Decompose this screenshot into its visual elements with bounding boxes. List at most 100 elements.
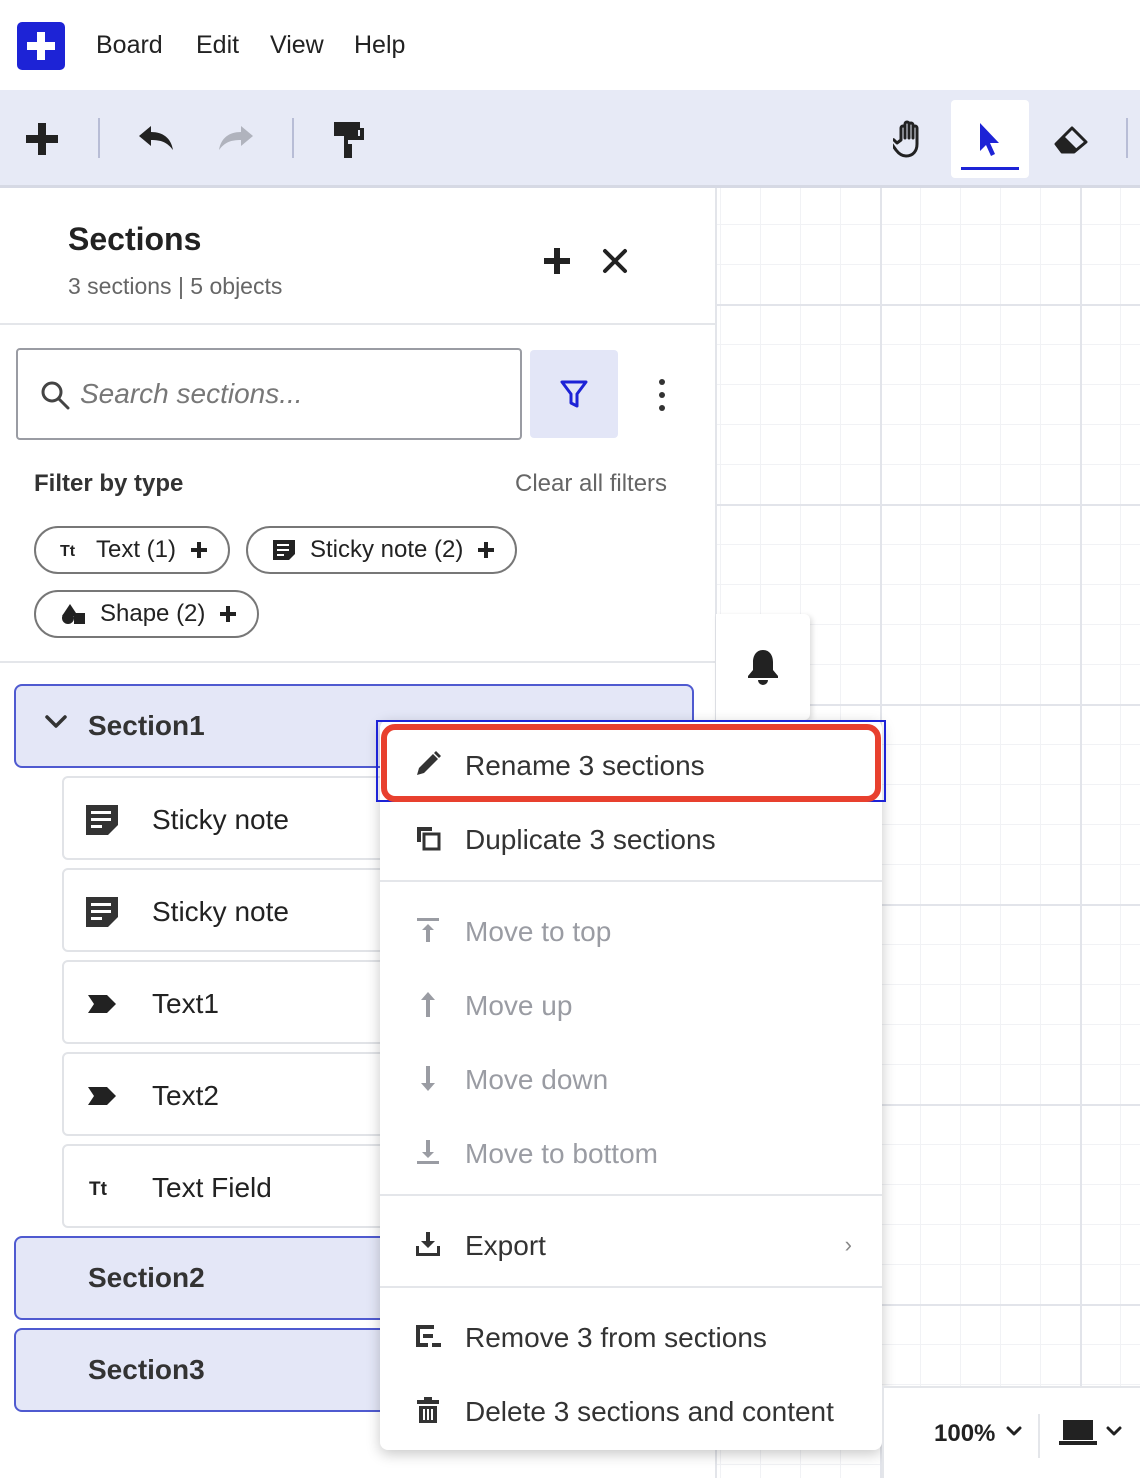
hand-icon <box>893 120 919 158</box>
filter-by-type-label: Filter by type <box>34 470 184 497</box>
notifications-button[interactable] <box>716 614 810 720</box>
undo-icon <box>139 126 173 150</box>
move-bottom-icon <box>412 1136 444 1168</box>
close-panel-button[interactable] <box>595 241 635 281</box>
menu-help[interactable]: Help <box>354 31 405 60</box>
arrow-up-icon <box>412 988 444 1020</box>
item-label: Text Field <box>152 1172 272 1203</box>
text-type-icon: Tt <box>60 542 82 558</box>
sticky-note-icon <box>84 896 120 928</box>
menu-item-delete[interactable]: Delete 3 sections and content <box>380 1372 882 1446</box>
eraser-tool-button[interactable] <box>1032 100 1110 178</box>
section-label: Section3 <box>88 1354 205 1385</box>
panel-subtitle: 3 sections | 5 objects <box>68 273 283 299</box>
remove-from-section-icon <box>412 1320 444 1352</box>
more-options-button[interactable] <box>642 370 682 420</box>
add-button[interactable] <box>3 100 81 178</box>
menu-view[interactable]: View <box>270 31 324 60</box>
download-icon <box>412 1228 444 1260</box>
text-type-icon: Tt <box>84 1172 120 1204</box>
section-label: Section1 <box>88 710 205 741</box>
chevron-down-icon[interactable] <box>1006 1424 1022 1442</box>
plus-icon <box>190 541 208 559</box>
svg-text:Tt: Tt <box>60 543 76 558</box>
chip-label: Text (1) <box>96 536 177 563</box>
svg-text:Tt: Tt <box>89 1179 108 1198</box>
chip-label: Shape (2) <box>100 600 206 627</box>
chip-text[interactable]: Tt Text (1) <box>34 526 231 574</box>
menu-board[interactable]: Board <box>96 31 163 60</box>
item-label: Text2 <box>152 1080 219 1111</box>
chevron-down-icon[interactable] <box>44 714 68 735</box>
format-painter-icon <box>334 122 364 158</box>
context-menu: Rename 3 sections Duplicate 3 sections M… <box>380 720 882 1450</box>
menu-item-move-to-top[interactable]: Move to top <box>380 892 882 966</box>
format-painter-button[interactable] <box>310 100 388 178</box>
device-icon[interactable] <box>1058 1418 1098 1453</box>
redo-button[interactable] <box>198 100 276 178</box>
tag-icon <box>84 1080 120 1112</box>
list-item[interactable]: Text2 <box>62 1052 402 1136</box>
add-icon <box>26 123 58 155</box>
undo-button[interactable] <box>116 100 194 178</box>
item-label: Sticky note <box>152 896 289 927</box>
item-label: Sticky note <box>152 804 289 835</box>
arrow-down-icon <box>412 1062 444 1094</box>
menu-bar: Board Edit View Help <box>0 0 1140 90</box>
menu-item-duplicate[interactable]: Duplicate 3 sections <box>380 800 882 874</box>
chip-sticky-note[interactable]: Sticky note (2) <box>246 526 518 574</box>
menu-edit[interactable]: Edit <box>196 31 239 60</box>
menu-item-label: Move to top <box>465 916 612 947</box>
list-item[interactable]: Text1 <box>62 960 402 1044</box>
menu-divider <box>380 1286 882 1288</box>
clear-filters-link[interactable]: Clear all filters <box>515 470 667 498</box>
hand-tool-button[interactable] <box>872 100 950 178</box>
move-top-icon <box>412 914 444 946</box>
chevron-down-icon[interactable] <box>1106 1424 1122 1442</box>
menu-divider <box>380 880 882 882</box>
menu-item-label: Move up <box>465 990 573 1021</box>
list-item[interactable]: Sticky note <box>62 868 402 952</box>
zoom-level[interactable]: 100% <box>934 1420 995 1448</box>
logo-cross-icon <box>27 32 55 60</box>
pointer-icon <box>980 123 999 156</box>
plus-icon <box>477 541 495 559</box>
more-vertical-icon <box>659 379 665 411</box>
bottom-bar: 100% <box>882 1386 1140 1478</box>
menu-item-export[interactable]: Export › <box>380 1206 882 1280</box>
item-label: Text1 <box>152 988 219 1019</box>
menu-divider <box>380 1194 882 1196</box>
chevron-right-icon: › <box>844 1232 852 1257</box>
menu-item-label: Export <box>465 1230 546 1261</box>
highlight-ring <box>381 724 881 802</box>
search-icon <box>40 380 70 415</box>
menu-item-label: Move down <box>465 1064 609 1095</box>
eraser-icon <box>1054 126 1088 154</box>
filter-button[interactable] <box>530 350 618 438</box>
shape-icon <box>60 603 86 625</box>
list-item[interactable]: Tt Text Field <box>62 1144 402 1228</box>
panel-divider <box>0 323 715 325</box>
panel-divider <box>0 661 715 663</box>
add-section-button[interactable] <box>537 241 577 281</box>
plus-icon <box>219 605 237 623</box>
menu-item-label: Move to bottom <box>465 1138 658 1169</box>
menu-item-remove-from-sections[interactable]: Remove 3 from sections <box>380 1298 882 1372</box>
pointer-tool-button[interactable] <box>951 100 1029 178</box>
close-icon <box>603 249 627 273</box>
sticky-note-icon <box>272 539 296 561</box>
menu-item-move-up[interactable]: Move up <box>380 966 882 1040</box>
app-logo[interactable] <box>17 22 65 70</box>
menu-item-move-down[interactable]: Move down <box>380 1040 882 1114</box>
search-input[interactable] <box>80 370 500 418</box>
list-item[interactable]: Sticky note <box>62 776 402 860</box>
menu-item-move-to-bottom[interactable]: Move to bottom <box>380 1114 882 1188</box>
duplicate-icon <box>412 822 444 854</box>
bottom-bar-divider <box>1038 1414 1040 1458</box>
toolbar-divider <box>292 118 294 158</box>
toolbar-divider <box>98 118 100 158</box>
search-field[interactable] <box>16 348 522 440</box>
panel-title: Sections <box>68 221 202 257</box>
redo-icon <box>219 126 253 150</box>
chip-shape[interactable]: Shape (2) <box>34 590 260 638</box>
